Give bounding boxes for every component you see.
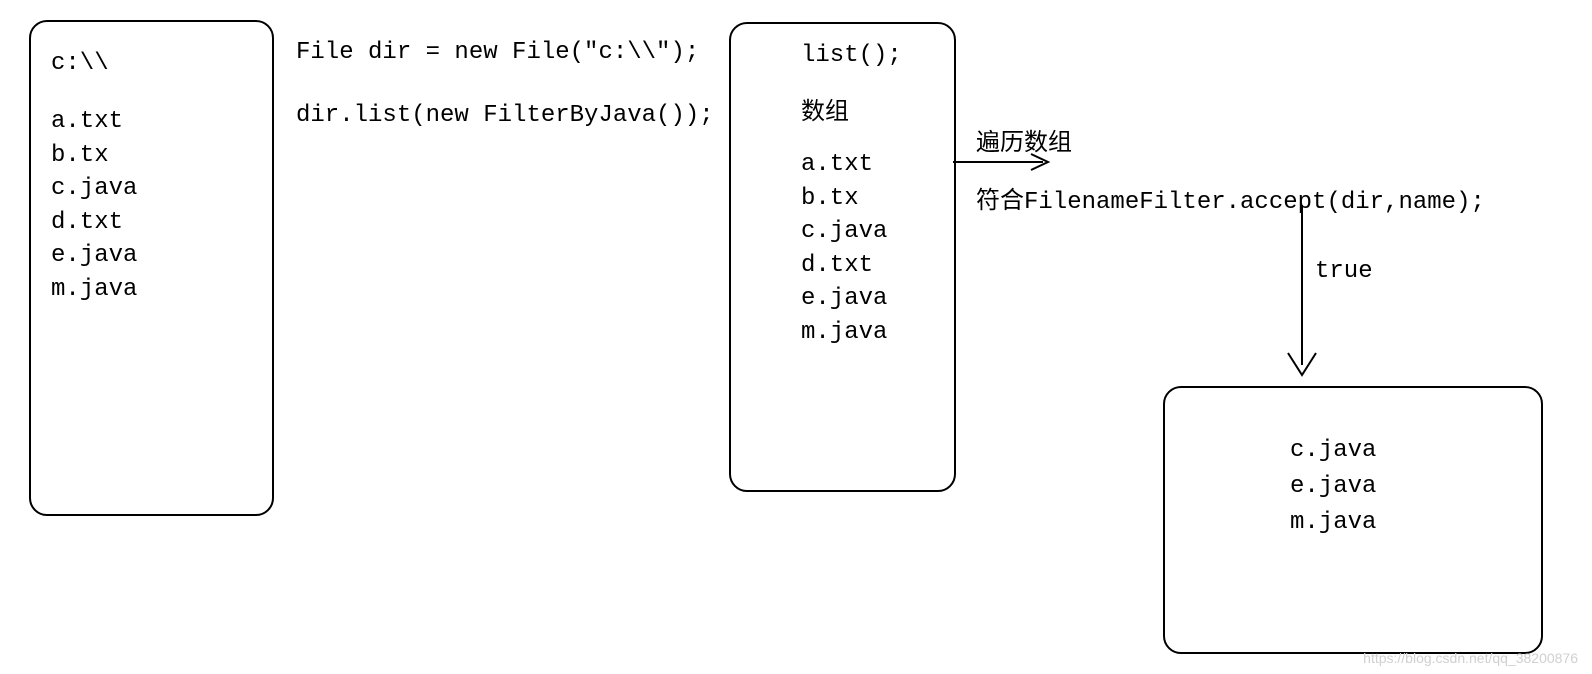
file-item: b.tx <box>801 182 926 216</box>
arrow-down-icon <box>1270 205 1335 385</box>
file-item: m.java <box>51 273 252 307</box>
filter-condition-label: 符合FilenameFilter.accept(dir,name); <box>976 180 1485 216</box>
array-label: 数组 <box>801 91 926 126</box>
list-method-label: list(); <box>801 42 926 69</box>
file-item: d.txt <box>801 249 926 283</box>
file-item: e.java <box>801 282 926 316</box>
watermark-text: https://blog.csdn.net/qq_38200876 <box>1363 650 1578 666</box>
file-item: c.java <box>801 215 926 249</box>
file-item: m.java <box>801 316 926 350</box>
array-file-list: a.txt b.tx c.java d.txt e.java m.java <box>801 148 926 350</box>
file-item: a.txt <box>51 105 252 139</box>
file-item: c.java <box>51 172 252 206</box>
code-line: dir.list(new FilterByJava()); <box>296 97 714 135</box>
file-item: b.tx <box>51 139 252 173</box>
file-item: m.java <box>1290 505 1511 541</box>
list-result-box: list(); 数组 a.txt b.tx c.java d.txt e.jav… <box>729 22 956 492</box>
directory-file-list: a.txt b.tx c.java d.txt e.java m.java <box>51 105 252 307</box>
traverse-array-label: 遍历数组 <box>976 122 1072 157</box>
file-item: e.java <box>1290 469 1511 505</box>
filtered-result-box: c.java e.java m.java <box>1163 386 1543 654</box>
code-block: File dir = new File("c:\\"); dir.list(ne… <box>296 34 714 161</box>
true-label: true <box>1315 258 1373 285</box>
filtered-file-list: c.java e.java m.java <box>1290 433 1511 541</box>
file-item: c.java <box>1290 433 1511 469</box>
file-item: e.java <box>51 239 252 273</box>
file-item: a.txt <box>801 148 926 182</box>
directory-box: c:\\ a.txt b.tx c.java d.txt e.java m.ja… <box>29 20 274 516</box>
code-line: File dir = new File("c:\\"); <box>296 34 714 72</box>
file-item: d.txt <box>51 206 252 240</box>
directory-path: c:\\ <box>51 50 252 77</box>
